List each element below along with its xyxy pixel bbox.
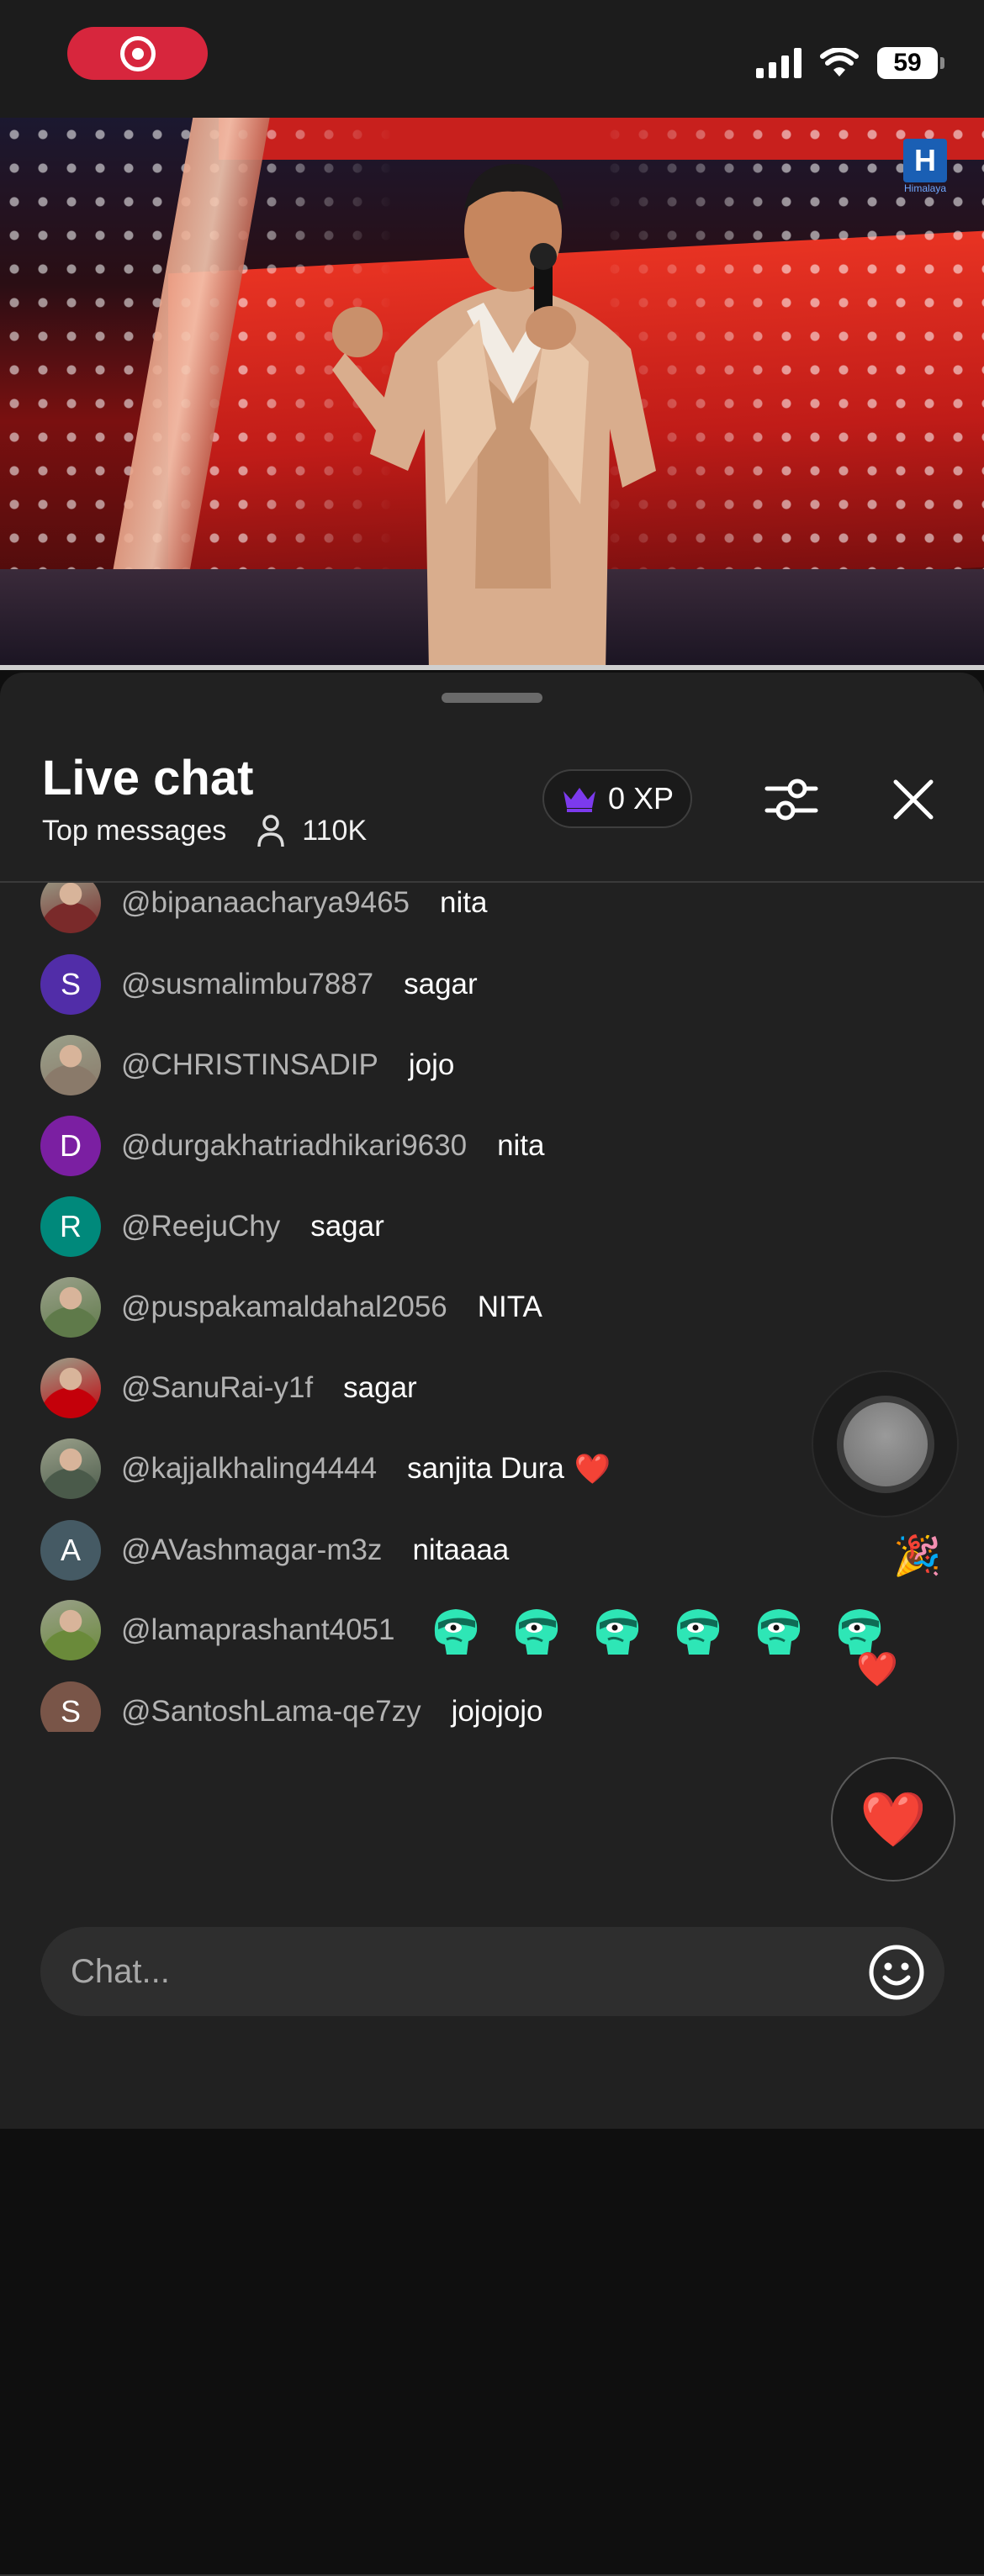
video-progress-bar[interactable] (0, 665, 984, 670)
avatar[interactable] (40, 1358, 101, 1418)
message-text: sagar (310, 1210, 384, 1243)
party-popper-icon: 🎉 (893, 1533, 942, 1577)
record-icon (119, 35, 156, 71)
close-icon[interactable] (887, 773, 939, 826)
message-text-content: sagar (343, 1371, 417, 1404)
message-text: sagar (343, 1371, 417, 1405)
message-text-content: jojojojo (451, 1695, 543, 1728)
chat-message[interactable]: D @durgakhatriadhikari9630 nita (40, 1116, 545, 1176)
chat-message[interactable]: @lamaprashant4051 (40, 1600, 902, 1660)
singer-figure (332, 164, 656, 670)
chat-mode-selector[interactable]: Top messages 110K (42, 814, 367, 847)
person-icon (257, 814, 285, 847)
message-author[interactable]: @susmalimbu7887 (121, 968, 373, 1001)
message-text-content: sagar (310, 1210, 384, 1243)
emoji-icon[interactable] (868, 1944, 925, 2001)
message-author[interactable]: @ReejuChy (121, 1210, 280, 1243)
chat-message-list[interactable]: @bipanaacharya9465 nita S @susmalimbu7887 sa… (0, 883, 984, 1732)
chat-message[interactable]: @bipanaacharya9465 nita (40, 883, 487, 933)
heart-reaction-button[interactable]: ❤️ (831, 1757, 955, 1882)
chat-message[interactable]: @CHRISTINSADIP jojo (40, 1035, 454, 1095)
avatar[interactable] (40, 883, 101, 933)
emote-icon (516, 1609, 558, 1655)
message-text-content: jojo (408, 1048, 455, 1081)
message-text-content: nita (440, 886, 488, 919)
battery-icon: 59 (877, 47, 944, 79)
wifi-icon (820, 48, 859, 77)
chat-message[interactable]: R @ReejuChy sagar (40, 1196, 384, 1257)
emote-icon (677, 1609, 720, 1655)
xp-label: 0 XP (607, 781, 675, 816)
chat-message[interactable]: @kajjalkhaling4444 sanjita Dura ❤️ (40, 1438, 611, 1499)
avatar[interactable]: A (40, 1520, 101, 1581)
message-text-content: sanjita Dura (407, 1452, 564, 1485)
status-bar: 59 (0, 0, 984, 118)
message-author[interactable]: @SantoshLama-qe7zy (121, 1695, 421, 1729)
chat-mode-label: Top messages (42, 814, 227, 847)
chat-input[interactable] (40, 1927, 944, 2016)
filter-settings-icon[interactable] (762, 770, 821, 829)
avatar[interactable] (40, 1277, 101, 1338)
message-text: jojo (409, 1048, 454, 1082)
message-text: sanjita Dura ❤️ (407, 1452, 611, 1486)
chat-message[interactable]: @puspakamaldahal2056 NITA (40, 1277, 542, 1338)
message-author[interactable]: @kajjalkhaling4444 (121, 1452, 377, 1486)
avatar[interactable]: S (40, 954, 101, 1015)
drag-handle[interactable] (442, 693, 542, 703)
floating-knob (836, 1395, 934, 1493)
chat-message[interactable]: @SanuRai-y1f sagar (40, 1358, 417, 1418)
message-author[interactable]: @SanuRai-y1f (121, 1371, 313, 1405)
chat-message[interactable]: S @susmalimbu7887 sagar (40, 954, 478, 1015)
emote-icon (435, 1609, 478, 1655)
avatar[interactable] (40, 1600, 101, 1660)
message-author[interactable]: @CHRISTINSADIP (121, 1048, 378, 1082)
message-text: jojojojo (452, 1695, 543, 1729)
message-author[interactable]: @durgakhatriadhikari9630 (121, 1129, 467, 1163)
cellular-signal-icon (756, 48, 801, 78)
battery-level: 59 (893, 49, 922, 77)
heart-icon: ❤️ (860, 1788, 927, 1850)
message-text-content: nitaaaa (412, 1533, 510, 1566)
screen-recording-indicator[interactable] (67, 27, 208, 80)
chat-message[interactable]: A @AVashmagar-m3z nitaaaa (40, 1520, 509, 1581)
message-author[interactable]: @AVashmagar-m3z (121, 1533, 382, 1567)
message-text: nita (497, 1129, 544, 1163)
message-text-content: nita (497, 1129, 545, 1162)
chat-message[interactable]: S @SantoshLama-qe7zy jojojojo (40, 1681, 543, 1732)
message-text: sagar (404, 968, 478, 1001)
video-player[interactable]: H Himalaya (0, 118, 984, 670)
message-text: nitaaaa (412, 1533, 509, 1567)
heart-emoji: ❤️ (574, 1452, 611, 1486)
message-text: NITA (478, 1291, 542, 1324)
channel-logo-text: Himalaya (903, 182, 946, 194)
emote-icon (758, 1609, 801, 1655)
message-text: nita (440, 886, 487, 920)
xp-button[interactable]: 0 XP (542, 769, 692, 828)
avatar[interactable]: D (40, 1116, 101, 1176)
message-text-content: NITA (477, 1291, 542, 1323)
floating-control-button[interactable] (812, 1370, 959, 1518)
viewer-count: 110K (302, 814, 368, 847)
avatar[interactable]: S (40, 1681, 101, 1732)
message-author[interactable]: @puspakamaldahal2056 (121, 1291, 447, 1324)
avatar[interactable] (40, 1035, 101, 1095)
message-author[interactable]: @bipanaacharya9465 (121, 886, 410, 920)
avatar[interactable] (40, 1438, 101, 1499)
message-text-content: sagar (404, 968, 478, 1000)
channel-logo: H Himalaya (900, 139, 950, 198)
message-author[interactable]: @lamaprashant4051 (121, 1613, 394, 1647)
crown-icon (563, 788, 595, 812)
channel-logo-mark: H (903, 139, 947, 182)
status-icons: 59 (756, 42, 944, 84)
floating-heart-icon: ❤️ (856, 1651, 898, 1688)
emote-icon (596, 1609, 639, 1655)
avatar[interactable]: R (40, 1196, 101, 1257)
message-text (418, 1602, 902, 1658)
chat-title: Live chat (42, 751, 254, 805)
